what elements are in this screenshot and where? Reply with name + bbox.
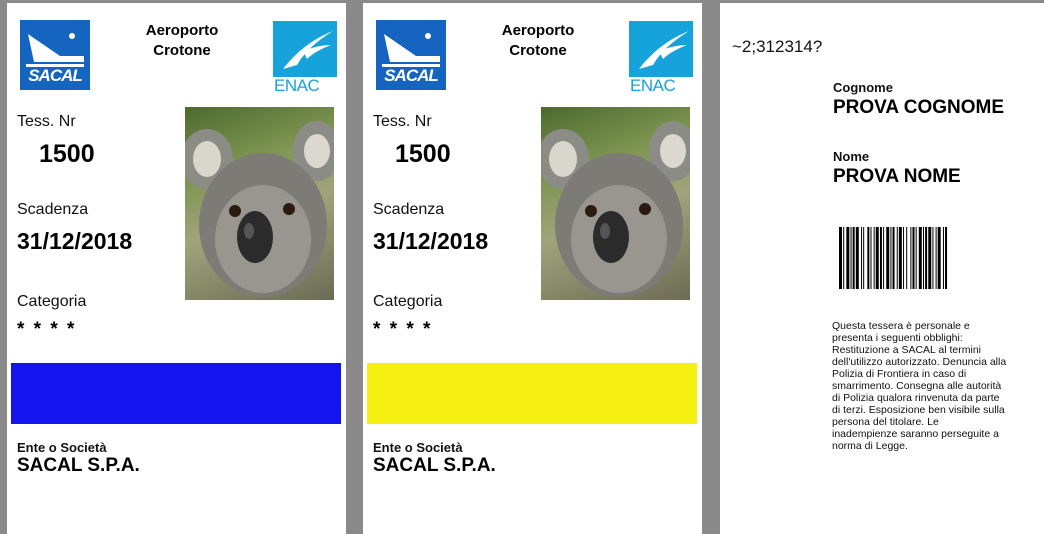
category-label: Categoria — [17, 293, 87, 310]
notice-line: persona del titolare. Le — [832, 416, 939, 428]
barcode-bar — [896, 227, 898, 289]
barcode-bar — [923, 227, 924, 289]
barcode-bar — [935, 227, 937, 289]
barcode-bar — [942, 227, 944, 289]
expiry-label: Scadenza — [17, 201, 89, 218]
barcode-bar — [910, 227, 912, 289]
enac-logo-icon: ENAC — [629, 21, 693, 95]
barcode-bar — [850, 227, 852, 289]
notice-line: inadempienze saranno perseguite a — [832, 428, 999, 440]
notice-line: Polizia di Frontiera in caso di — [832, 368, 967, 380]
airport-line-1: Aeroporto — [501, 22, 575, 39]
badge-back: ~2;312314? Cognome PROVA COGNOME Nome PR… — [720, 3, 1044, 534]
category-value: * * * * — [373, 319, 433, 340]
barcode-bar — [886, 227, 890, 289]
notice-line: dell'utilizzo autorizzato. Denuncia alla — [832, 356, 1007, 368]
koala-photo — [541, 107, 690, 300]
company-label: Ente o Società — [373, 440, 463, 455]
airport-line-1: Aeroporto — [145, 22, 219, 39]
name-value: PROVA NOME — [833, 166, 961, 187]
airport-title: Aeroporto Crotone — [107, 21, 257, 61]
barcode-bar — [928, 227, 932, 289]
koala-photo — [185, 107, 334, 300]
barcode-bar — [932, 227, 934, 289]
notice-line: Questa tessera è personale e — [832, 320, 970, 332]
barcode-bar — [906, 227, 908, 289]
barcode-bar — [852, 227, 855, 289]
tess-number: 1500 — [39, 140, 95, 168]
notice-line: di Polizia qualora rinvenuta da parte — [832, 392, 1000, 404]
barcode-bar — [898, 227, 902, 289]
expiry-label: Scadenza — [373, 201, 445, 218]
tess-label: Tess. Nr — [17, 113, 76, 130]
barcode-bar — [883, 227, 885, 289]
badge-front-blue: SACAL Aeroporto Crotone ENAC Tess. Nr 15… — [7, 3, 346, 534]
expiry-date: 31/12/2018 — [17, 228, 133, 254]
notice-text: Questa tessera è personale e presenta i s… — [832, 320, 1044, 452]
barcode-bar — [855, 227, 859, 289]
magstripe-code: ~2;312314? — [732, 37, 823, 56]
barcode-bar — [846, 227, 850, 289]
enac-logo-icon: ENAC — [273, 21, 337, 95]
airport-line-2: Crotone — [153, 42, 211, 59]
company-value: SACAL S.P.A. — [373, 455, 496, 476]
barcode-bar — [870, 227, 872, 289]
category-value: * * * * — [17, 319, 77, 340]
barcode-bar — [873, 227, 875, 289]
sacal-logo-icon: SACAL — [20, 20, 90, 90]
barcode-bar — [912, 227, 915, 289]
barcode-bar — [861, 227, 863, 289]
surname-label: Cognome — [833, 80, 893, 95]
sacal-logo-icon: SACAL — [376, 20, 446, 90]
barcode-bar — [918, 227, 922, 289]
tess-number: 1500 — [395, 140, 451, 168]
category-color-band — [11, 363, 341, 424]
notice-line: presenta i seguenti obblighi: — [832, 332, 963, 344]
expiry-date: 31/12/2018 — [373, 228, 489, 254]
badge-front-yellow: SACAL Aeroporto Crotone ENAC Tess. Nr 15… — [363, 3, 702, 534]
barcode-bar — [879, 227, 882, 289]
barcode-bar — [839, 227, 842, 289]
notice-line: norma di Legge. — [832, 440, 908, 452]
barcode-bar — [925, 227, 928, 289]
barcode-bar — [867, 227, 870, 289]
barcode-bar — [843, 227, 845, 289]
barcode-bar — [890, 227, 892, 289]
notice-line: di terzi. Esposizione ben visibile sulla — [832, 404, 1005, 416]
surname-value: PROVA COGNOME — [833, 97, 1005, 118]
name-label: Nome — [833, 149, 870, 164]
barcode-bar — [863, 227, 865, 289]
barcode-bar — [875, 227, 879, 289]
category-label: Categoria — [373, 293, 443, 310]
barcode-bar — [937, 227, 941, 289]
barcode-bar — [915, 227, 917, 289]
barcode-bar — [903, 227, 905, 289]
barcode-icon — [839, 227, 948, 289]
notice-line: Restituzione a SACAL al termini — [832, 344, 982, 356]
company-value: SACAL S.P.A. — [17, 455, 140, 476]
notice-line: smarrimento. Consegna alle autorità — [832, 380, 1002, 392]
airport-title: Aeroporto Crotone — [463, 21, 613, 61]
airport-line-2: Crotone — [509, 42, 567, 59]
barcode-bar — [892, 227, 895, 289]
tess-label: Tess. Nr — [373, 113, 432, 130]
barcode-bar — [945, 227, 948, 289]
company-label: Ente o Società — [17, 440, 107, 455]
category-color-band — [367, 363, 697, 424]
